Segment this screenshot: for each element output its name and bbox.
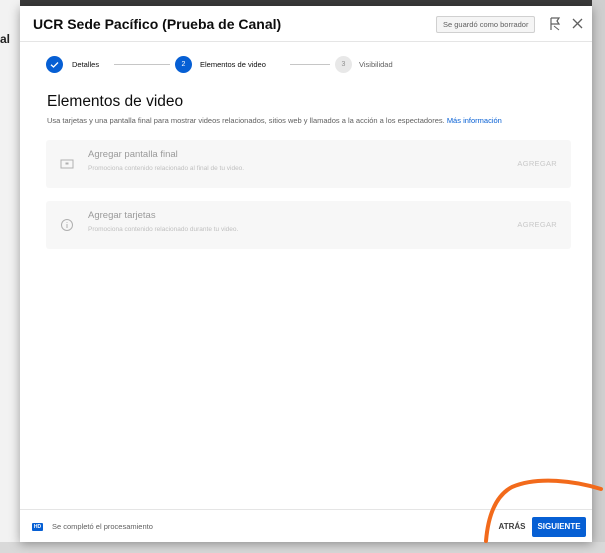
processing-status: Se completó el procesamiento xyxy=(52,522,153,531)
draft-status-badge: Se guardó como borrador xyxy=(436,16,536,33)
more-info-link[interactable]: Más información xyxy=(447,116,502,125)
step-details-check-icon[interactable] xyxy=(46,56,63,73)
background-bottom xyxy=(0,542,605,553)
close-icon[interactable] xyxy=(571,17,584,30)
info-icon xyxy=(61,219,73,231)
background-page: al xyxy=(0,0,20,553)
section-title: Elementos de video xyxy=(47,93,184,110)
background-text: al xyxy=(0,32,11,46)
upload-stepper: Detalles 2 Elementos de video 3 Visibili… xyxy=(46,56,396,74)
dialog-footer: HD Se completó el procesamiento ATRÁS SI… xyxy=(20,509,592,542)
end-screen-title: Agregar pantalla final xyxy=(88,149,178,160)
section-description-text: Usa tarjetas y una pantalla final para m… xyxy=(47,116,445,125)
cards-title: Agregar tarjetas xyxy=(88,210,156,221)
add-cards-button[interactable]: AGREGAR xyxy=(517,220,557,229)
end-screen-subtitle: Promociona contenido relacionado al fina… xyxy=(88,165,245,172)
step-connector xyxy=(114,64,170,65)
next-button[interactable]: SIGUIENTE xyxy=(532,517,586,537)
add-end-screen-button[interactable]: AGREGAR xyxy=(517,159,557,168)
cards-subtitle: Promociona contenido relacionado durante… xyxy=(88,226,239,233)
step-elements-number[interactable]: 2 xyxy=(175,56,192,73)
dialog-header: UCR Sede Pacífico (Prueba de Canal) Se g… xyxy=(20,6,592,42)
back-button[interactable]: ATRÁS xyxy=(492,517,532,537)
hd-icon: HD xyxy=(32,523,43,531)
section-description: Usa tarjetas y una pantalla final para m… xyxy=(47,116,502,125)
step-visibility-number[interactable]: 3 xyxy=(335,56,352,73)
step-details-label[interactable]: Detalles xyxy=(72,60,99,69)
end-screen-icon xyxy=(60,159,74,169)
step-connector xyxy=(290,64,330,65)
end-screen-card: Agregar pantalla final Promociona conten… xyxy=(46,140,571,188)
step-elements-label[interactable]: Elementos de video xyxy=(200,60,266,69)
feedback-icon[interactable] xyxy=(548,17,562,31)
cards-card: Agregar tarjetas Promociona contenido re… xyxy=(46,201,571,249)
upload-dialog: UCR Sede Pacífico (Prueba de Canal) Se g… xyxy=(20,6,592,542)
step-visibility-label[interactable]: Visibilidad xyxy=(359,60,393,69)
dialog-title: UCR Sede Pacífico (Prueba de Canal) xyxy=(33,16,282,32)
background-edge xyxy=(592,0,605,553)
